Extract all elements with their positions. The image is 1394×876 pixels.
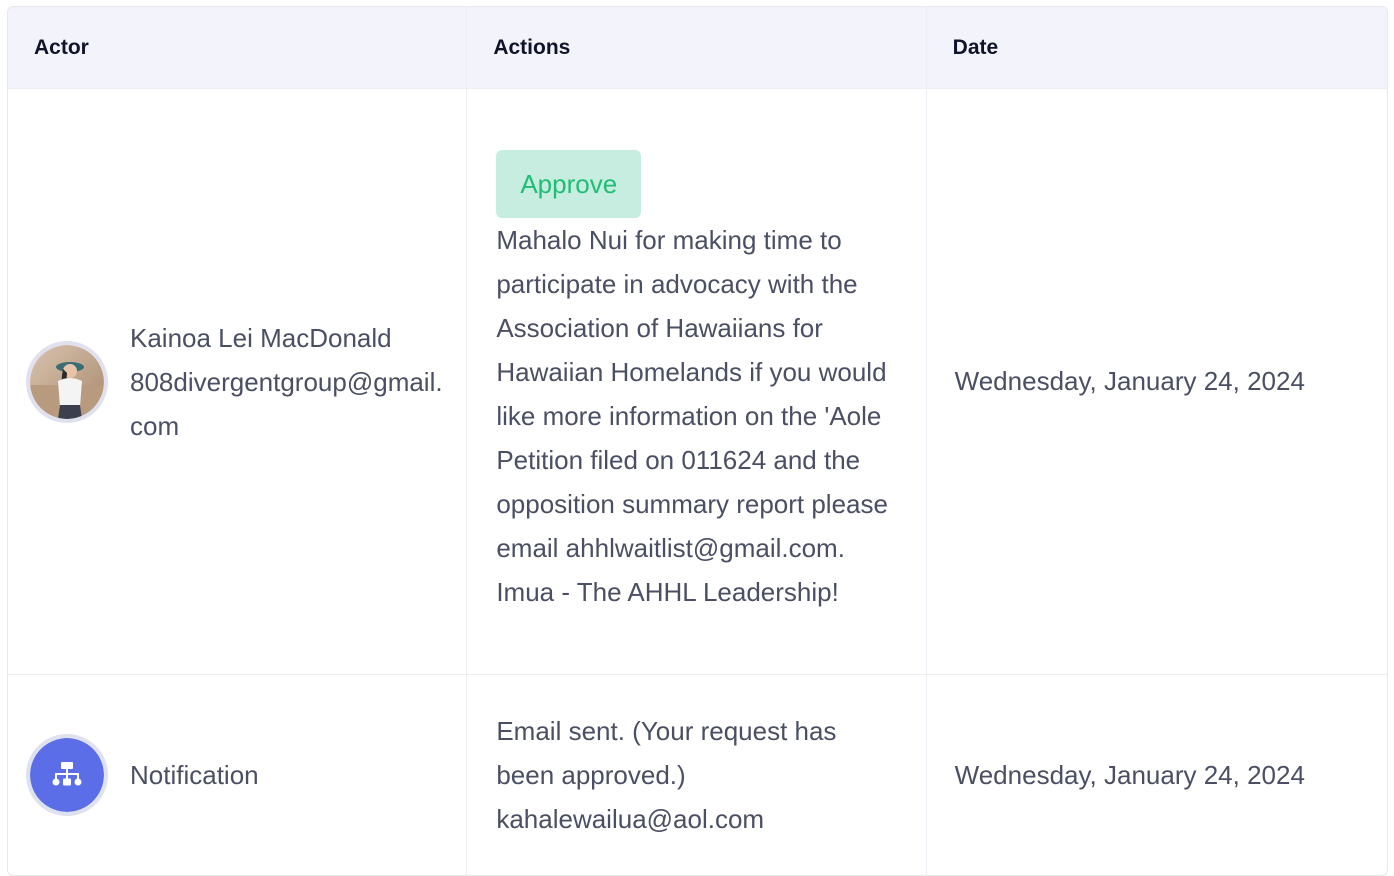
date-text: Wednesday, January 24, 2024: [954, 759, 1305, 790]
header-actor: Actor: [34, 35, 89, 59]
table-row: Notification Email sent. (Your request h…: [8, 675, 1387, 875]
approve-button[interactable]: Approve: [496, 149, 642, 218]
avatar: [26, 734, 108, 816]
date-cell: Wednesday, January 24, 2024: [927, 675, 1387, 875]
header-date-cell: Date: [927, 7, 1387, 88]
table-header: Actor Actions Date: [8, 7, 1387, 89]
actions-cell: Approve Mahalo Nui for making time to pa…: [467, 89, 927, 674]
actor-email: 808divergentgroup@gmail.com: [130, 366, 443, 441]
sitemap-icon: [30, 738, 104, 812]
action-message: Email sent. (Your request has been appro…: [496, 716, 837, 834]
actor-info: Kainoa Lei MacDonald 808divergentgroup@g…: [130, 316, 450, 448]
actions-cell: Email sent. (Your request has been appro…: [467, 675, 927, 875]
date-cell: Wednesday, January 24, 2024: [927, 89, 1387, 674]
date-text: Wednesday, January 24, 2024: [954, 366, 1305, 396]
actor-name: Notification: [130, 760, 259, 790]
header-actions-cell: Actions: [467, 7, 927, 88]
avatar: [26, 340, 108, 423]
activity-table: Actor Actions Date Kainoa Lei MacDonald …: [7, 6, 1388, 876]
actor-info: Notification: [130, 753, 450, 797]
actor-name: Kainoa Lei MacDonald: [130, 322, 392, 353]
actor-cell: Kainoa Lei MacDonald 808divergentgroup@g…: [8, 89, 468, 674]
header-actions: Actions: [493, 35, 571, 59]
table-row: Kainoa Lei MacDonald 808divergentgroup@g…: [8, 89, 1387, 675]
header-date: Date: [952, 35, 999, 59]
header-actor-cell: Actor: [8, 7, 468, 88]
actor-cell: Notification: [8, 675, 468, 875]
action-message: Mahalo Nui for making time to participat…: [496, 224, 888, 607]
user-photo-icon: [30, 344, 104, 419]
